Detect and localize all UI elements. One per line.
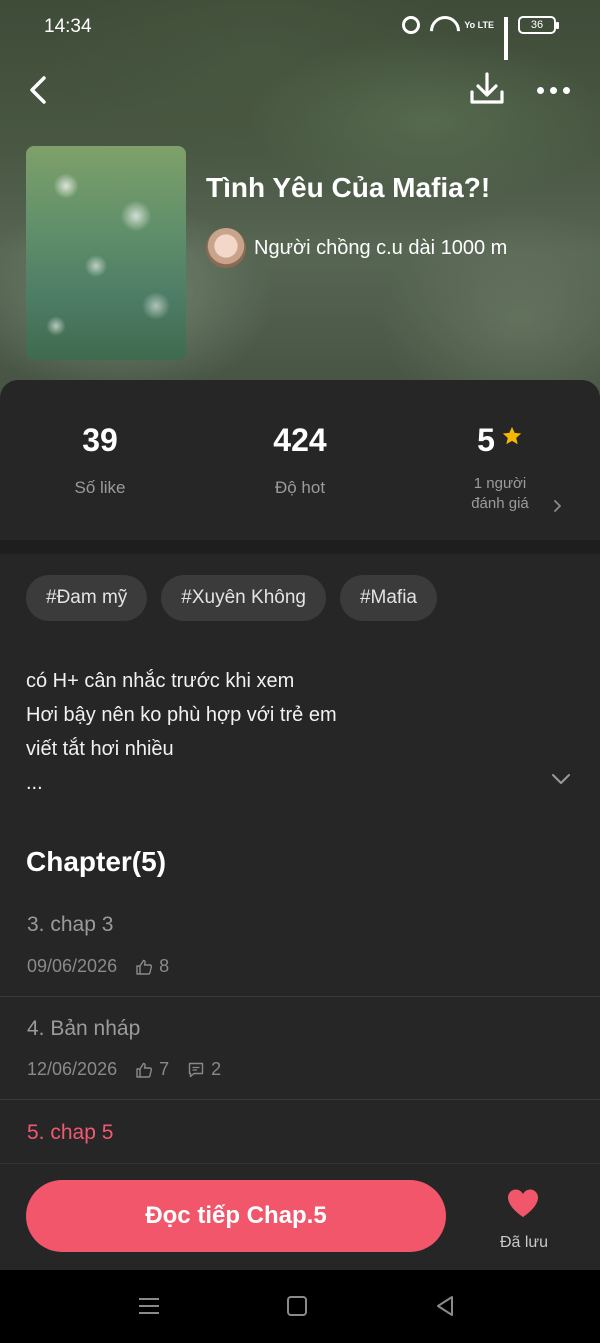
description-line: Hơi bậy nên ko phù hợp với trẻ em: [26, 704, 337, 726]
description-line: ...: [26, 772, 43, 794]
chapter-heading: Chapter(5): [26, 846, 167, 877]
heart-icon[interactable]: [506, 1188, 540, 1218]
chapter-likes: 7: [159, 1059, 170, 1079]
chevron-down-icon[interactable]: [550, 772, 572, 786]
book-cover: [26, 146, 186, 360]
status-time: 14:34: [44, 16, 92, 37]
stat-hot: 424 Độ hot: [200, 420, 400, 498]
like-icon: [136, 1062, 153, 1078]
alarm-icon: [402, 16, 421, 34]
chapter-divider: [0, 1099, 600, 1100]
stat-rating[interactable]: 5 1 người đánh giá: [400, 420, 600, 514]
tag-list: #Đam mỹ #Xuyên Không #Mafia: [26, 575, 437, 621]
rating-row: 5: [400, 420, 600, 460]
section-divider: [0, 540, 600, 554]
continue-reading-button[interactable]: Đọc tiếp Chap.5: [26, 1180, 446, 1252]
chapter-title: 3. chap 3: [27, 913, 114, 936]
rating-label: 1 người đánh giá: [471, 475, 529, 512]
chapter-meta: 09/06/2026 8: [27, 956, 169, 977]
comment-icon: [188, 1062, 204, 1077]
stats-row: 39 Số like 424 Độ hot 5 1 người đánh giá: [0, 420, 600, 540]
chapter-divider: [0, 996, 600, 997]
chapter-item[interactable]: 4. Bản nháp 12/06/2026 7 2: [0, 1004, 600, 1100]
back-icon[interactable]: [22, 70, 62, 110]
volte-icon: Yo LTE: [464, 19, 494, 30]
hot-label: Độ hot: [274, 478, 326, 497]
like-icon: [136, 959, 153, 975]
author-avatar[interactable]: [206, 228, 246, 268]
description: có H+ cân nhắc trước khi xem Hơi bậy nên…: [26, 664, 546, 800]
status-icons: Yo LTE 36: [402, 16, 559, 60]
saved-label[interactable]: Đã lưu: [484, 1234, 564, 1252]
signal-icon: [504, 17, 508, 60]
rating-value: 5: [477, 422, 495, 458]
chapter-title: 4. Bản nháp: [27, 1017, 141, 1040]
chapter-title-current: 5. chap 5: [27, 1121, 114, 1144]
chapter-date: 09/06/2026: [27, 956, 118, 976]
likes-label: Số like: [74, 478, 126, 497]
battery-icon: 36: [518, 16, 559, 34]
chapter-item[interactable]: 3. chap 3 09/06/2026 8: [0, 900, 600, 996]
chapter-item[interactable]: 5. chap 5: [0, 1108, 600, 1164]
chapter-comments: 2: [211, 1059, 222, 1079]
author-row[interactable]: Người chồng c.u dài 1000 m: [206, 228, 507, 268]
likes-value: 39: [82, 422, 118, 458]
recent-apps-icon[interactable]: [138, 1296, 160, 1316]
hot-value: 424: [273, 422, 327, 458]
wifi-icon: [430, 16, 454, 34]
stat-likes: 39 Số like: [0, 420, 200, 498]
more-options-icon[interactable]: [532, 72, 574, 108]
chevron-right-icon[interactable]: [552, 497, 564, 515]
home-icon[interactable]: [287, 1296, 307, 1316]
chapter-date: 12/06/2026: [27, 1059, 118, 1079]
chapter-likes: 8: [159, 956, 170, 976]
system-back-icon[interactable]: [434, 1294, 456, 1318]
description-line: có H+ cân nhắc trước khi xem: [26, 670, 295, 692]
tag-dam-my[interactable]: #Đam mỹ: [26, 575, 148, 621]
download-icon[interactable]: [466, 68, 508, 110]
status-bar: 14:34 Yo LTE 36: [0, 0, 600, 60]
author-name[interactable]: Người chồng c.u dài 1000 m: [254, 237, 507, 260]
chapter-meta: 12/06/2026 7 2: [27, 1059, 221, 1080]
description-line: viết tắt hơi nhiều: [26, 738, 174, 760]
tag-mafia[interactable]: #Mafia: [339, 575, 437, 621]
star-icon: [502, 426, 522, 445]
tag-xuyen-khong[interactable]: #Xuyên Không: [161, 575, 326, 621]
book-title: Tình Yêu Của Mafia?!: [206, 172, 491, 203]
